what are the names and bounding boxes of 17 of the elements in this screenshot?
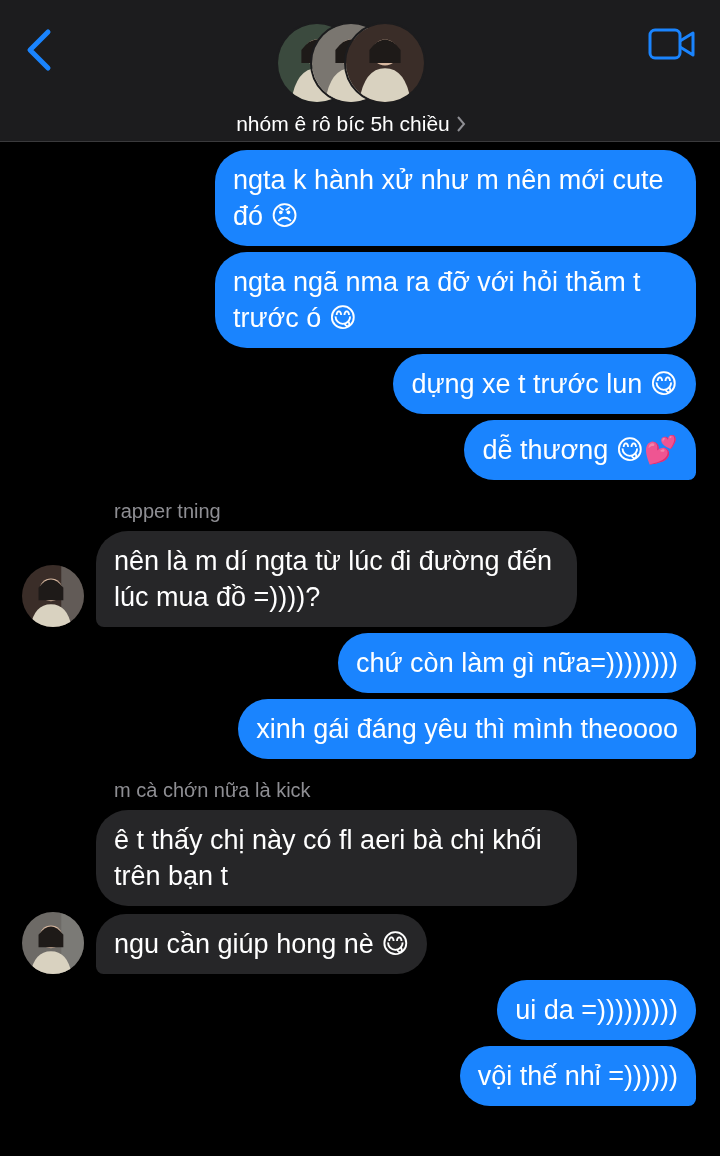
message-bubble: nên là m dí ngta từ lúc đi đường đến lúc mua đồ =))))? (96, 531, 577, 627)
video-camera-icon (648, 28, 696, 60)
message-bubble: ê t thấy chị này có fl aeri bà chị khối trên bạn t (96, 810, 577, 906)
message-bubble: ngu cần giúp hong nè 😋 (96, 914, 428, 974)
message-bubble: xinh gái đáng yêu thì mình theoooo (238, 699, 696, 759)
message-bubble: ngta ngã nma ra đỡ với hỏi thăm t trước ó 😋 (215, 252, 696, 348)
message-bubble: vội thế nhỉ =)))))) (459, 1046, 696, 1106)
sender-name: m cà chớn nữa là kick (114, 779, 312, 802)
group-title[interactable]: nhóm ê rô bíc 5h chiều (236, 112, 466, 136)
video-call-button[interactable] (648, 28, 696, 60)
message-bubble: dễ thương 😋💕 (464, 420, 696, 480)
message-bubble: dựng xe t trước lun 😋 (393, 354, 696, 414)
sender-name: rapper tning (114, 500, 222, 523)
message-bubble: ui da =))))))))) (497, 980, 696, 1040)
message-bubble: chứ còn làm gì nữa=)))))))) (338, 633, 696, 693)
message-bubble: ngta k hành xử như m nên mới cute đó 😠 (215, 150, 696, 246)
chevron-icon (455, 115, 466, 133)
